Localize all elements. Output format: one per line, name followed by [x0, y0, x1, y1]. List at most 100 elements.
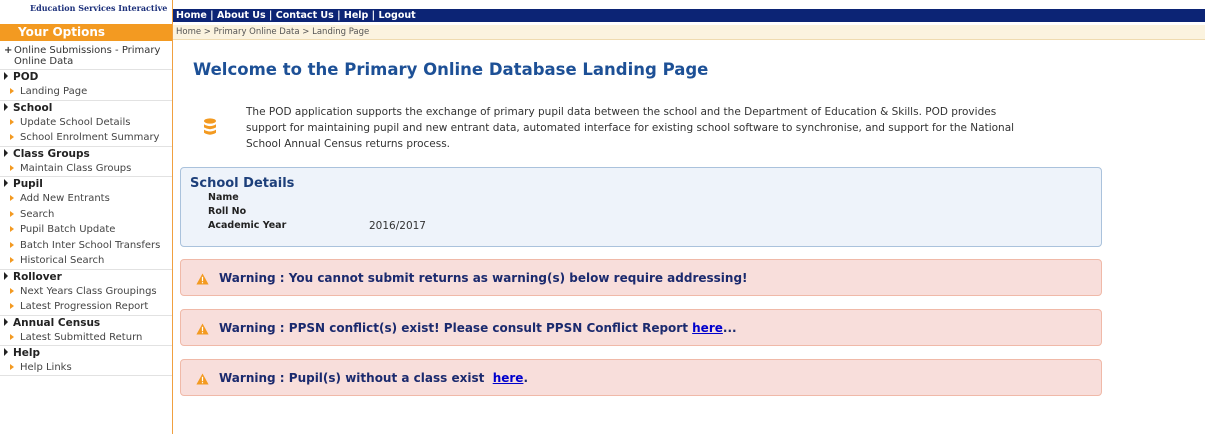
orange-arrow-icon	[10, 333, 14, 340]
sidebar-section-label: Class Groups	[13, 147, 90, 160]
ppsn-conflict-report-link[interactable]: here	[692, 321, 723, 335]
sidebar-section-pupil[interactable]: Pupil	[0, 176, 172, 191]
warning-suffix: .	[523, 370, 528, 385]
sidebar-section-school[interactable]: School	[0, 99, 172, 115]
sidebar-item-help-links[interactable]: Help Links	[0, 360, 172, 376]
warning-ppsn-conflict: Warning : PPSN conflict(s) exist! Please…	[180, 309, 1102, 346]
warning-pupils-without-class: Warning : Pupil(s) without a class exist…	[180, 359, 1102, 396]
warning-triangle-icon	[196, 373, 209, 384]
your-options-header: Your Options	[0, 24, 172, 41]
orange-arrow-icon	[10, 88, 14, 94]
warning-triangle-icon	[196, 323, 209, 334]
sidebar-item-label: Add New Entrants	[20, 193, 110, 204]
nav-link-home[interactable]: Home	[176, 10, 207, 21]
sidebar-item-label: Update School Details	[20, 116, 131, 128]
sidebar-section-annual-census[interactable]: Annual Census	[0, 314, 172, 330]
sidebar-item-label: Historical Search	[20, 255, 105, 266]
sidebar-item-pupil-batch-update[interactable]: Pupil Batch Update	[0, 222, 172, 238]
sidebar-section-class-groups[interactable]: Class Groups	[0, 145, 172, 161]
warning-suffix: ...	[722, 320, 737, 335]
sidebar-item-historical-search[interactable]: Historical Search	[0, 253, 172, 269]
sidebar-section-label: POD	[13, 71, 39, 83]
roll-no-row: Roll No	[190, 205, 1101, 219]
sidebar-section-label: Help	[13, 347, 41, 359]
sidebar-section-pod[interactable]: POD	[0, 69, 172, 84]
orange-arrow-icon	[10, 364, 14, 370]
orange-arrow-icon	[10, 134, 14, 140]
sidebar-item-label: Maintain Class Groups	[20, 162, 132, 174]
orange-arrow-icon	[10, 164, 14, 171]
sidebar-section-label: Rollover	[13, 270, 62, 283]
sidebar-section-rollover[interactable]: Rollover	[0, 268, 172, 284]
triangle-right-icon	[4, 317, 8, 326]
triangle-right-icon	[4, 72, 8, 80]
school-name-label: Name	[208, 192, 239, 203]
top-navigation-bar: Home | About Us | Contact Us | Help | Lo…	[173, 9, 1205, 22]
nav-separator: |	[371, 10, 376, 21]
nav-separator: |	[337, 10, 341, 21]
sidebar-item-maintain-class-groups[interactable]: Maintain Class Groups	[0, 161, 172, 177]
sidebar-item-latest-submitted-return[interactable]: Latest Submitted Return	[0, 330, 172, 346]
school-name-row: Name	[190, 191, 1101, 205]
sidebar-section-label: Pupil	[13, 178, 43, 190]
nav-separator: |	[268, 10, 273, 21]
sidebar-item-landing-page[interactable]: Landing Page	[0, 84, 172, 100]
sidebar-item-label: Latest Submitted Return	[20, 331, 143, 343]
sidebar-item-label: Online Submissions - Primary Online Data	[14, 45, 161, 67]
nav-link-contact-us[interactable]: Contact Us	[276, 10, 334, 21]
sidebar-item-add-new-entrants[interactable]: Add New Entrants	[0, 191, 172, 207]
triangle-right-icon	[4, 148, 8, 157]
academic-year-label: Academic Year	[208, 220, 287, 231]
school-details-panel: School Details Name Roll No Academic Yea…	[180, 167, 1102, 247]
sidebar-item-search[interactable]: Search	[0, 207, 172, 223]
database-icon	[193, 104, 233, 152]
triangle-right-icon	[4, 102, 8, 111]
sidebar-item-latest-progression-report[interactable]: Latest Progression Report	[0, 299, 172, 315]
sidebar-item-label: Latest Progression Report	[20, 301, 149, 312]
warning-triangle-icon	[196, 273, 209, 284]
academic-year-value: 2016/2017	[369, 220, 426, 232]
triangle-right-icon	[4, 271, 8, 280]
sidebar-section-label: Annual Census	[13, 316, 101, 329]
sidebar-item-label: Pupil Batch Update	[20, 224, 116, 235]
orange-arrow-icon	[10, 118, 14, 125]
sidebar-section-help[interactable]: Help	[0, 345, 172, 360]
pupils-without-class-link[interactable]: here	[493, 371, 524, 385]
triangle-right-icon	[4, 179, 8, 187]
intro-text: The POD application supports the exchang…	[246, 106, 1015, 150]
sidebar-item-online-submissions[interactable]: + Online Submissions - Primary Online Da…	[0, 41, 172, 69]
orange-arrow-icon	[10, 287, 14, 294]
sidebar-item-update-school-details[interactable]: Update School Details	[0, 115, 172, 131]
orange-arrow-icon	[10, 241, 14, 248]
orange-arrow-icon	[10, 257, 14, 263]
academic-year-row: Academic Year 2016/2017	[190, 219, 1101, 233]
plus-icon: +	[4, 45, 13, 56]
orange-arrow-icon	[10, 226, 14, 232]
nav-link-about-us[interactable]: About Us	[217, 10, 266, 21]
sidebar-item-label: Help Links	[20, 362, 72, 373]
intro-section: The POD application supports the exchang…	[193, 104, 1023, 152]
nav-link-help[interactable]: Help	[344, 10, 368, 21]
nav-separator: |	[210, 10, 214, 21]
school-details-title: School Details	[190, 176, 295, 191]
orange-arrow-icon	[10, 195, 14, 201]
warning-text: Warning : Pupil(s) without a class exist	[219, 370, 493, 385]
orange-arrow-icon	[10, 210, 14, 217]
orange-arrow-icon	[10, 303, 14, 309]
sidebar-item-label: School Enrolment Summary	[20, 132, 160, 143]
page-title: Welcome to the Primary Online Database L…	[193, 60, 709, 79]
sidebar-item-label: Landing Page	[20, 86, 88, 97]
brand-logo-text: Education Services Interactive	[30, 3, 168, 13]
nav-link-logout[interactable]: Logout	[378, 10, 415, 21]
sidebar-item-batch-inter-school-transfers[interactable]: Batch Inter School Transfers	[0, 238, 172, 254]
triangle-right-icon	[4, 348, 8, 356]
sidebar-item-label: Next Years Class Groupings	[20, 285, 157, 297]
sidebar-item-label: Batch Inter School Transfers	[20, 239, 161, 251]
breadcrumb: Home > Primary Online Data > Landing Pag…	[173, 25, 1205, 40]
roll-no-label: Roll No	[208, 206, 247, 217]
sidebar-item-label: Search	[20, 208, 55, 220]
warning-submit-returns: Warning : You cannot submit returns as w…	[180, 259, 1102, 296]
warning-text: Warning : You cannot submit returns as w…	[219, 270, 748, 285]
sidebar-item-school-enrolment-summary[interactable]: School Enrolment Summary	[0, 130, 172, 146]
sidebar-item-next-years-class-groupings[interactable]: Next Years Class Groupings	[0, 284, 172, 300]
